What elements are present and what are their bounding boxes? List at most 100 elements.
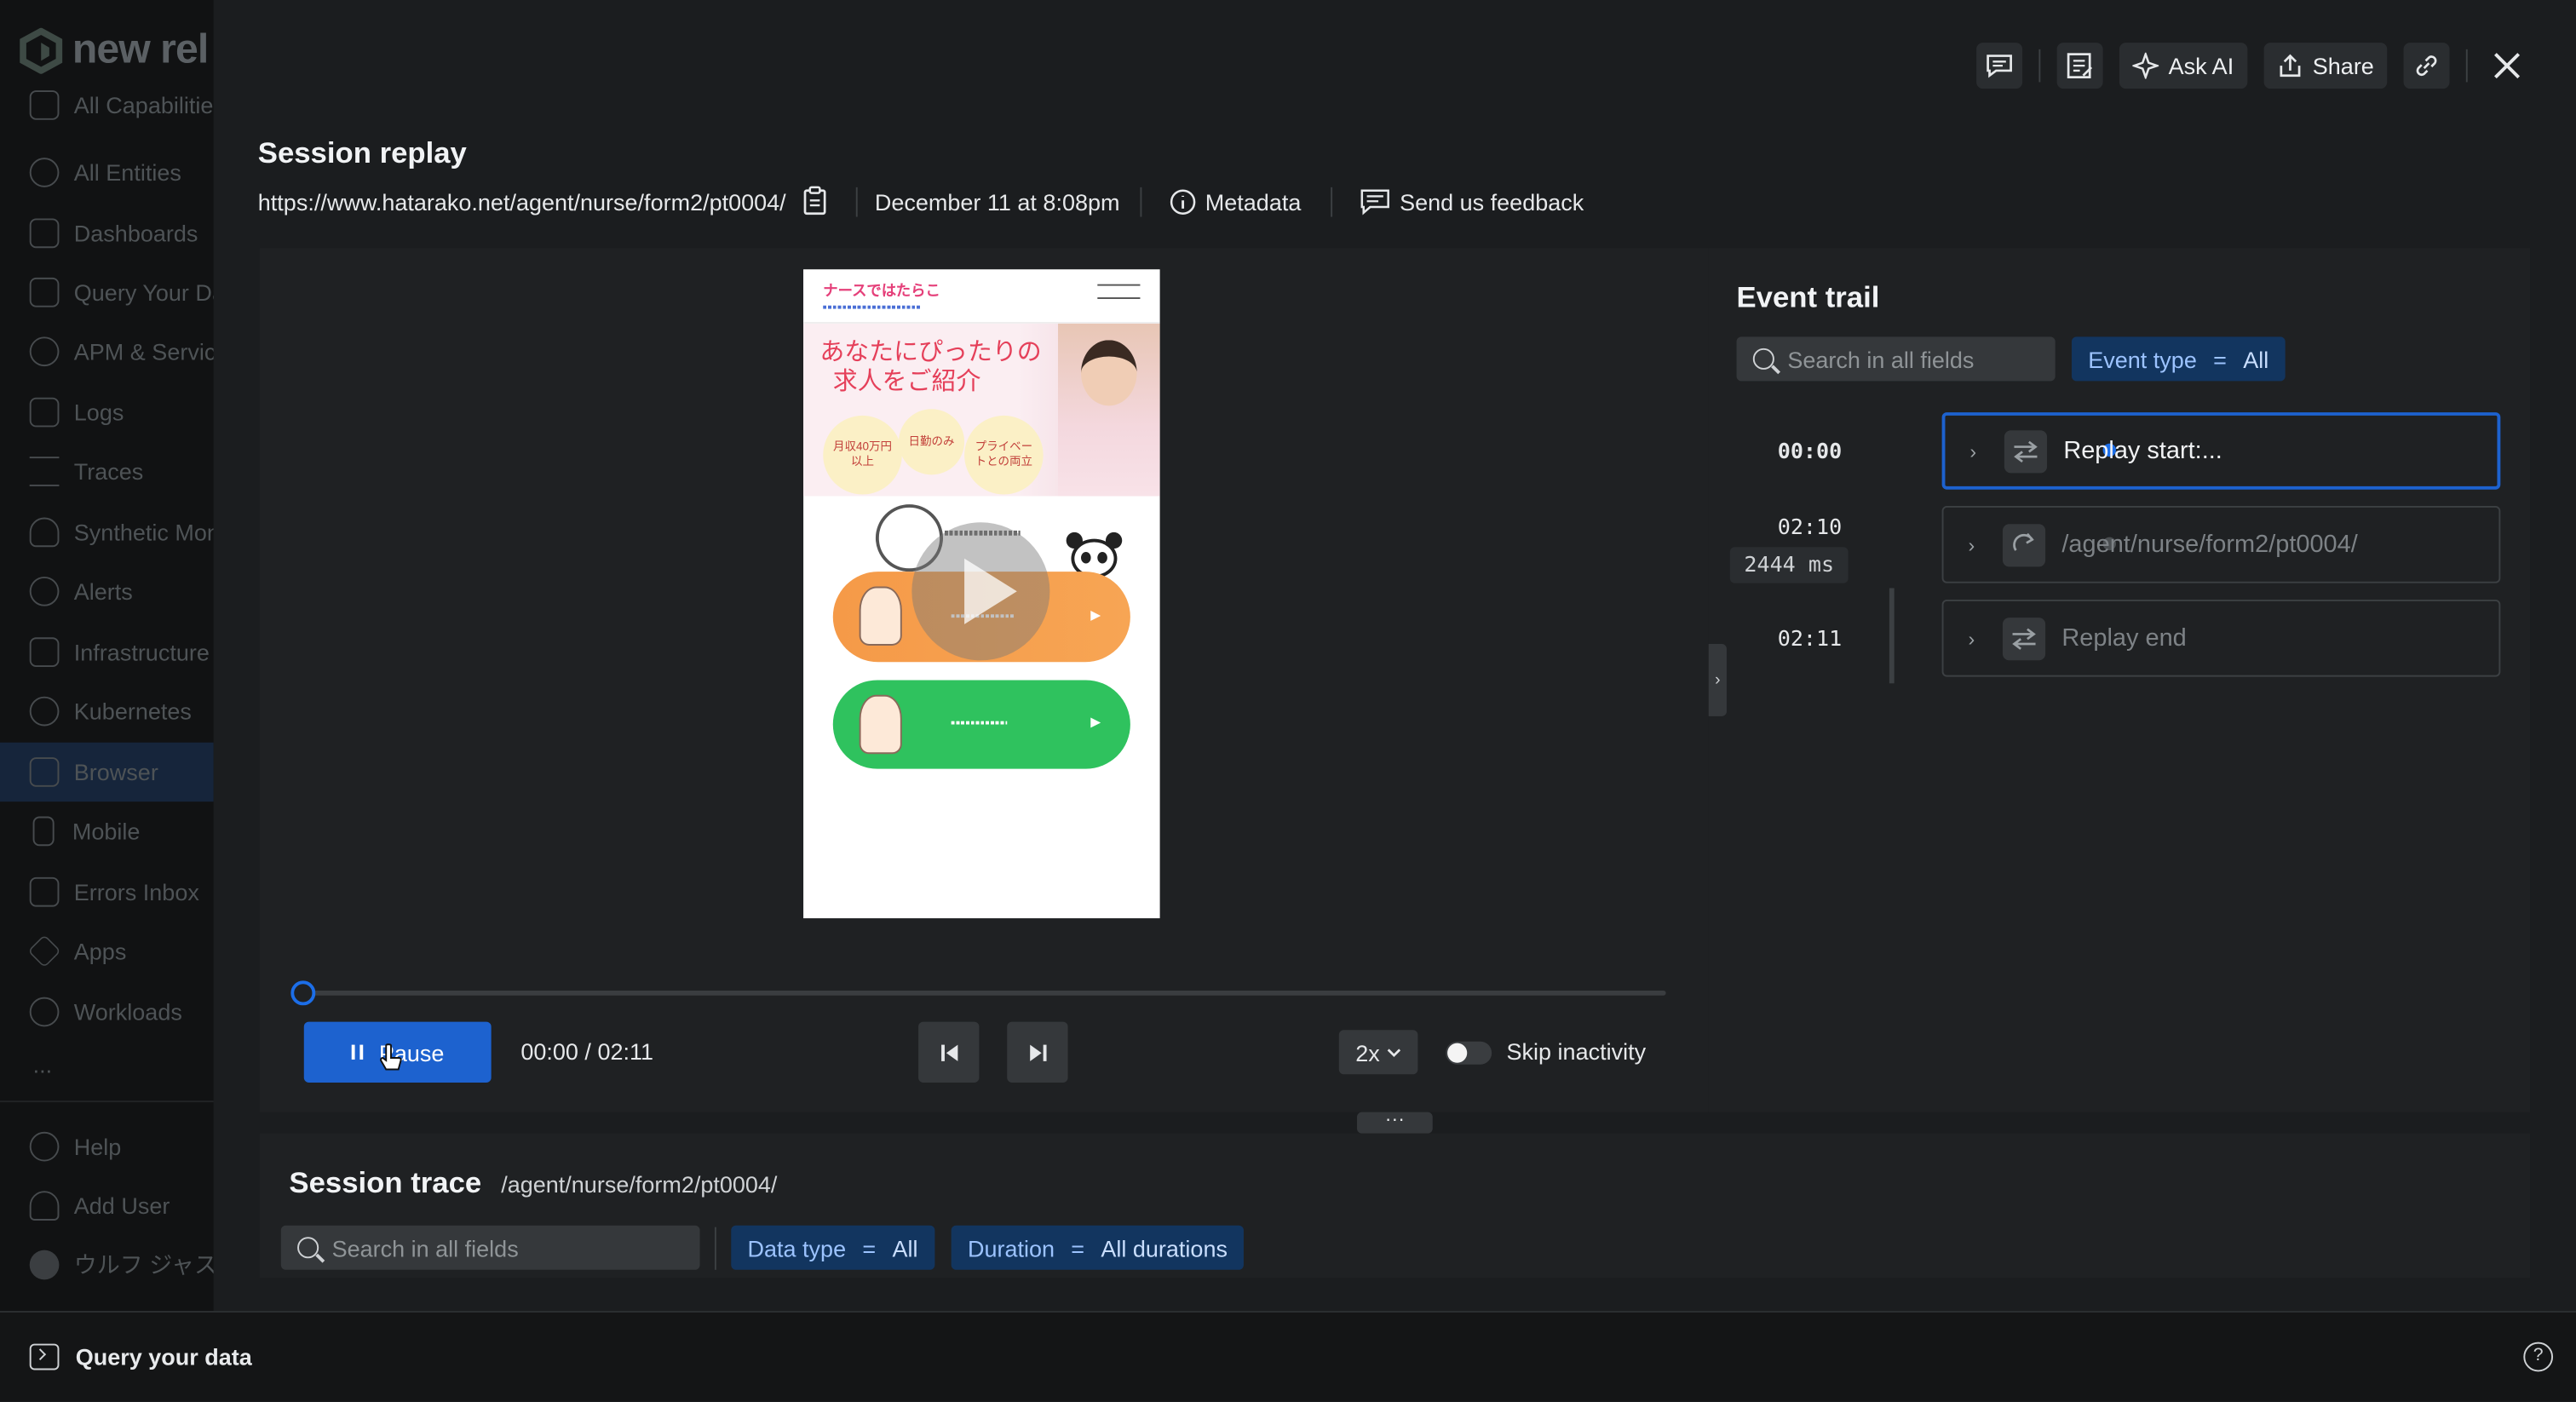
- swap-icon: [2002, 617, 2046, 660]
- sidebar-item-help[interactable]: Help: [0, 1117, 214, 1175]
- divider: [1139, 187, 1141, 217]
- sidebar-item-add-user[interactable]: Add User: [0, 1176, 214, 1235]
- data-type-filter[interactable]: Data type = All: [731, 1225, 934, 1270]
- event-card-replay-end[interactable]: › Replay end: [1941, 599, 2501, 677]
- duration-filter[interactable]: Duration = All durations: [951, 1225, 1245, 1270]
- chevron-right-icon: ›: [1969, 439, 1977, 463]
- sidebar-item-errors-inbox[interactable]: Errors Inbox: [0, 863, 214, 922]
- skip-forward-button[interactable]: [1007, 1021, 1068, 1083]
- skip-back-button[interactable]: [918, 1021, 980, 1083]
- trace-search-input[interactable]: Search in all fields: [280, 1225, 700, 1270]
- feedback-icon: [1360, 189, 1389, 215]
- playback-speed-select[interactable]: 2x: [1338, 1030, 1418, 1075]
- event-label: Replay end: [2061, 623, 2187, 652]
- event-type-filter[interactable]: Event type = All: [2071, 336, 2286, 382]
- hamburger-icon[interactable]: [1097, 284, 1141, 300]
- sidebar-item-kubernetes[interactable]: Kubernetes: [0, 681, 214, 740]
- session-replay-modal: Ask AI Share Session replay https://www.…: [213, 0, 2576, 1312]
- sidebar-item-label: Synthetic Monitoring: [73, 519, 214, 546]
- time-readout: 00:00 / 02:11: [520, 1037, 654, 1065]
- sidebar-item-workloads[interactable]: Workloads: [0, 982, 214, 1041]
- avatar: [29, 1250, 60, 1280]
- sidebar-item-label: Kubernetes: [73, 698, 192, 725]
- sidebar-item-user[interactable]: ウルフ ジャスティン: [0, 1235, 214, 1294]
- badge-salary: 月収40万円以上: [823, 415, 902, 495]
- copy-url-button[interactable]: [804, 185, 827, 220]
- sidebar-item-label: Traces: [73, 458, 144, 485]
- sidebar-item-label: Add User: [73, 1192, 170, 1220]
- sidebar-more[interactable]: ...: [33, 1051, 53, 1077]
- sidebar-divider: [0, 1100, 214, 1103]
- synthetic-icon: [29, 517, 60, 548]
- sidebar-item-label: Workloads: [73, 998, 182, 1026]
- sidebar-item-alerts[interactable]: Alerts: [0, 562, 214, 621]
- ask-ai-button[interactable]: Ask AI: [2119, 43, 2247, 89]
- sidebar-item-dashboards[interactable]: Dashboards: [0, 204, 214, 262]
- filter-value: All: [892, 1234, 918, 1261]
- infrastructure-icon: [29, 637, 60, 668]
- replay-panel: ナースではたらこ あなたにぴったりの 求人をご紹介 月収40万円以上 日勤のみ …: [259, 248, 1709, 1112]
- sidebar-item-infrastructure[interactable]: Infrastructure: [0, 623, 214, 681]
- event-time: 02:10: [1777, 515, 1843, 541]
- inbox-icon: [29, 876, 60, 907]
- sidebar-item-traces[interactable]: Traces: [0, 442, 214, 501]
- divider: [1331, 187, 1333, 217]
- close-icon[interactable]: [2484, 43, 2530, 89]
- info-icon: [1170, 189, 1195, 215]
- sidebar-item-label: Query Your Data: [73, 279, 214, 306]
- hero-headline: あなたにぴったりの 求人をご紹介: [819, 336, 1041, 395]
- play-overlay[interactable]: [911, 522, 1050, 661]
- sidebar-item-all-capabilities[interactable]: All Capabilities: [0, 85, 214, 124]
- metadata-button[interactable]: Metadata: [1169, 189, 1301, 215]
- skip-back-icon: [940, 1043, 957, 1060]
- send-feedback-button[interactable]: Send us feedback: [1360, 189, 1584, 215]
- cta-button-green[interactable]: ▶: [832, 680, 1130, 769]
- share-button[interactable]: Share: [2263, 43, 2388, 89]
- event-card-replay-start[interactable]: › Replay start:...: [1941, 412, 2501, 490]
- sidebar-item-browser[interactable]: Browser: [0, 742, 214, 802]
- comment-button[interactable]: [1976, 43, 2023, 89]
- playback-timeline[interactable]: [290, 980, 1666, 1006]
- copy-link-button[interactable]: [2403, 43, 2450, 89]
- browser-icon: [29, 757, 60, 787]
- event-time: 02:11: [1777, 627, 1843, 652]
- event-search-input[interactable]: Search in all fields: [1736, 336, 2056, 382]
- skip-forward-icon: [1029, 1043, 1046, 1060]
- resize-handle[interactable]: ···: [1357, 1109, 1433, 1134]
- clipboard-icon: [804, 185, 827, 215]
- terminal-icon: [29, 1343, 60, 1370]
- filter-key: Duration: [967, 1234, 1055, 1261]
- collapse-panel-button[interactable]: ›: [1708, 644, 1727, 716]
- badge-private: プライベートとの両立: [964, 415, 1044, 495]
- help-icon[interactable]: ?: [2523, 1342, 2554, 1372]
- event-card-route-change[interactable]: › /agent/nurse/form2/pt0004/: [1941, 506, 2501, 583]
- notebook-button[interactable]: [2056, 43, 2103, 89]
- share-icon: [2279, 54, 2300, 78]
- sidebar-item-query-your-data[interactable]: Query Your Data: [0, 263, 214, 322]
- sidebar-item-all-entities[interactable]: All Entities: [0, 143, 214, 202]
- share-label: Share: [2312, 52, 2374, 79]
- event-trail-title: Event trail: [1736, 280, 1880, 314]
- sidebar-item-label: Help: [73, 1133, 122, 1160]
- timeline-scrubber[interactable]: [290, 980, 316, 1006]
- help-icon: [29, 1131, 60, 1162]
- sidebar-item-synthetic[interactable]: Synthetic Monitoring: [0, 503, 214, 561]
- toolbar-divider: [2465, 49, 2468, 83]
- workloads-icon: [29, 997, 60, 1027]
- sidebar-item-apps[interactable]: Apps: [0, 922, 214, 980]
- chevron-right-icon: ›: [1715, 670, 1721, 690]
- replay-viewport[interactable]: ナースではたらこ あなたにぴったりの 求人をご紹介 月収40万円以上 日勤のみ …: [803, 269, 1160, 919]
- pause-icon: [351, 1044, 363, 1060]
- sidebar-item-apm[interactable]: APM & Services: [0, 322, 214, 381]
- sidebar-item-mobile[interactable]: Mobile: [0, 802, 214, 860]
- event-trail-panel: › Event trail Search in all fields Event…: [1708, 248, 2531, 1112]
- add-user-icon: [29, 1191, 60, 1221]
- sidebar-item-logs[interactable]: Logs: [0, 382, 214, 441]
- sidebar-item-label: Logs: [73, 399, 124, 426]
- metadata-label: Metadata: [1205, 188, 1302, 215]
- trace-search-placeholder: Search in all fields: [331, 1234, 519, 1261]
- query-your-data-button[interactable]: Query your data: [29, 1343, 252, 1370]
- skip-inactivity-toggle[interactable]: [1446, 1041, 1492, 1065]
- alert-icon: [29, 576, 60, 606]
- sidebar-item-label: Infrastructure: [73, 639, 210, 666]
